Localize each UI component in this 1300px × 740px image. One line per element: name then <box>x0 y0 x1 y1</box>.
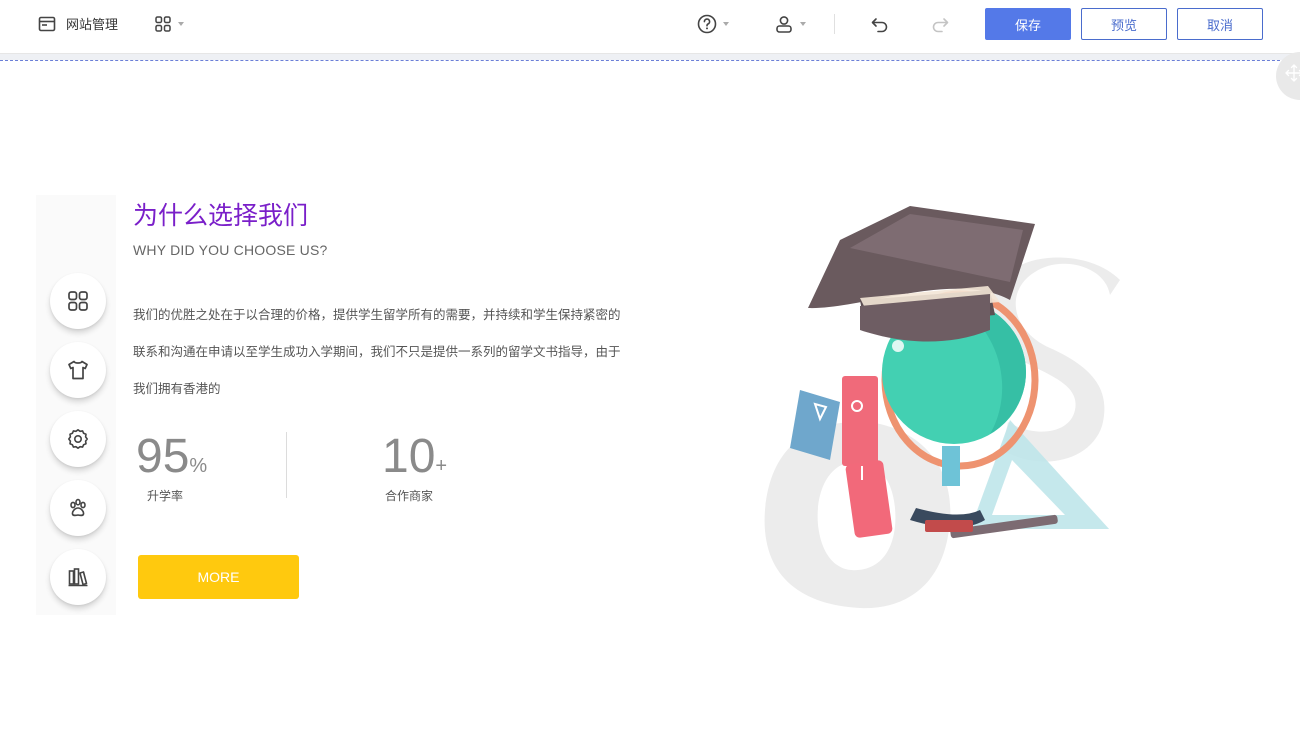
question-circle-icon <box>697 14 717 34</box>
description-line-1: 我们的优胜之处在于以合理的价格，提供学生留学所有的需要，并持续和学生保持紧密的 <box>133 307 621 322</box>
browser-window-icon <box>38 16 56 31</box>
editor-toolbar: 网站管理 保存 预览 取消 <box>0 0 1300 54</box>
side-button-pets[interactable] <box>50 480 106 536</box>
toolbar-divider <box>834 14 835 34</box>
grid-apps-icon <box>68 291 88 311</box>
toolbar-left: 网站管理 <box>38 14 185 33</box>
education-illustration <box>764 206 1120 609</box>
side-button-theme[interactable] <box>50 342 106 398</box>
gear-icon <box>68 429 88 449</box>
side-button-settings[interactable] <box>50 411 106 467</box>
selection-outline <box>0 60 1300 61</box>
section-title: 为什么选择我们 <box>133 201 309 230</box>
chevron-down-icon <box>800 22 806 26</box>
side-button-library[interactable] <box>50 549 106 605</box>
save-button[interactable]: 保存 <box>985 8 1071 40</box>
cancel-button[interactable]: 取消 <box>1177 8 1263 40</box>
stat-label: 合作商家 <box>385 489 434 503</box>
section-subtitle: WHY DID YOU CHOOSE US? <box>133 242 328 258</box>
stat-suffix: + <box>435 455 448 477</box>
undo-icon <box>871 18 888 33</box>
redo-button[interactable] <box>930 14 950 34</box>
side-button-modules[interactable] <box>50 273 106 329</box>
undo-button[interactable] <box>870 14 890 34</box>
stat-admission-rate: 95% <box>136 433 207 490</box>
more-button[interactable]: MORE <box>138 555 299 599</box>
stat-divider <box>286 432 287 498</box>
apps-menu-button[interactable] <box>154 15 185 33</box>
grid-apps-icon <box>155 15 171 32</box>
stat-label: 升学率 <box>147 489 184 503</box>
description-line-3: 我们拥有香港的 <box>133 381 221 396</box>
chevron-down-icon <box>723 22 729 26</box>
site-manage-label: 网站管理 <box>66 18 119 33</box>
description-line-2: 联系和沟通在申请以至学生成功入学期间，我们不只是提供一系列的留学文书指导，由于 <box>133 344 621 359</box>
user-icon <box>776 16 792 33</box>
stat-number: 95 <box>136 430 190 483</box>
tshirt-icon <box>68 360 88 380</box>
stat-suffix: % <box>189 455 208 477</box>
stat-number: 10 <box>382 430 436 483</box>
move-arrows-icon <box>1285 64 1300 82</box>
help-menu-button[interactable] <box>697 14 729 34</box>
user-menu-button[interactable] <box>774 14 806 34</box>
preview-button[interactable]: 预览 <box>1081 8 1167 40</box>
chevron-down-icon <box>178 21 185 26</box>
library-icon <box>68 568 88 587</box>
stat-partners: 10+ <box>382 433 447 490</box>
site-manage-button[interactable]: 网站管理 <box>38 14 118 33</box>
redo-icon <box>932 18 949 33</box>
paw-icon <box>70 498 86 517</box>
